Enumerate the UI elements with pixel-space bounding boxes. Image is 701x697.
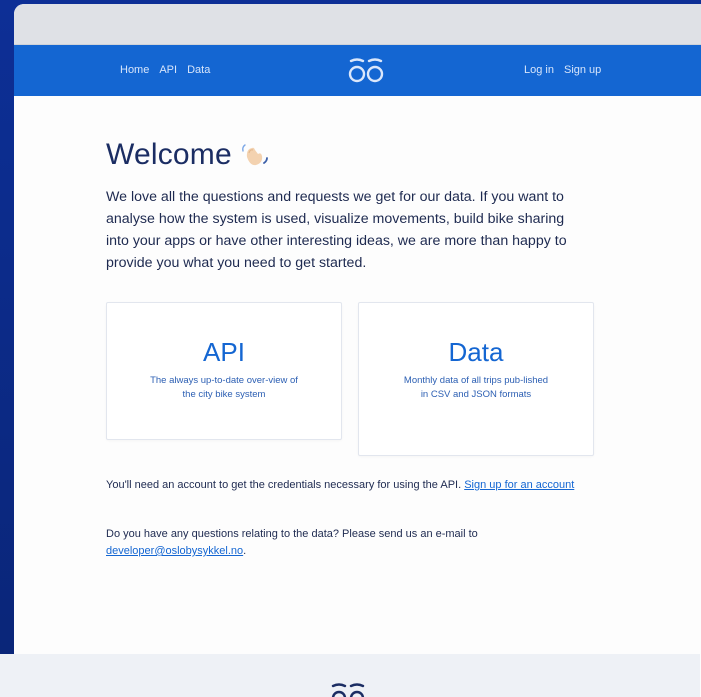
nav-left: Home API Data xyxy=(120,64,210,76)
bike-logo-icon[interactable] xyxy=(348,55,384,85)
questions-note: Do you have any questions relating to th… xyxy=(106,526,602,560)
footer xyxy=(0,654,700,697)
questions-note-end: . xyxy=(243,545,247,557)
page-title: Welcome xyxy=(106,138,232,171)
title-row: Welcome xyxy=(106,138,606,172)
signup-link[interactable]: Sign up xyxy=(564,64,601,76)
login-link[interactable]: Log in xyxy=(524,64,554,76)
data-card[interactable]: Data Monthly data of all trips pub-lishe… xyxy=(358,302,594,456)
developer-email-link[interactable]: developer@oslobysykkel.no xyxy=(106,545,243,557)
api-card-title: API xyxy=(203,337,245,367)
intro-text: We love all the questions and requests w… xyxy=(106,189,567,271)
top-navbar: Home API Data Log in Sign up xyxy=(14,45,701,96)
nav-home-link[interactable]: Home xyxy=(120,64,149,76)
api-card[interactable]: API The always up-to-date over-view of t… xyxy=(106,302,342,440)
account-note-text: You'll need an account to get the creden… xyxy=(106,479,465,491)
signup-account-link[interactable]: Sign up for an account xyxy=(464,479,574,491)
account-note: You'll need an account to get the creden… xyxy=(106,477,602,494)
api-card-description: The always up-to-date over-view of the c… xyxy=(150,375,298,400)
data-card-title: Data xyxy=(448,337,504,367)
waving-hand-icon xyxy=(241,144,268,166)
data-card-description: Monthly data of all trips pub-lished in … xyxy=(403,375,549,400)
footer-bike-logo-icon xyxy=(331,683,365,697)
nav-data-link[interactable]: Data xyxy=(187,64,210,76)
nav-api-link[interactable]: API xyxy=(159,64,177,76)
browser-chrome xyxy=(14,4,701,45)
questions-note-text: Do you have any questions relating to th… xyxy=(106,528,478,540)
welcome-section: Welcome We love all the questions and re… xyxy=(106,138,606,274)
nav-right: Log in Sign up xyxy=(524,64,601,76)
